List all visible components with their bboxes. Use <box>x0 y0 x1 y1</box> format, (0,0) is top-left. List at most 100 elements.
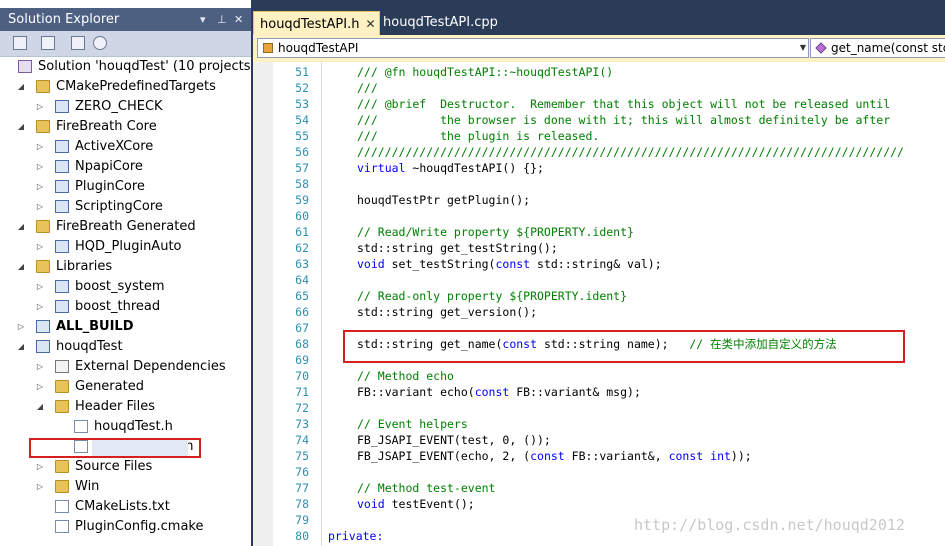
collapse-arrow-icon[interactable]: ◢ <box>16 257 26 277</box>
tree-item-solution-houqdtest-10-projects[interactable]: Solution 'houqdTest' (10 projects) <box>0 57 251 77</box>
tree-item-label: CMakePredefinedTargets <box>56 79 216 94</box>
collapse-arrow-icon[interactable]: ◢ <box>16 117 26 137</box>
code-text: // Method test-event <box>357 480 495 496</box>
member-combo[interactable]: get_name(const std <box>810 38 945 58</box>
code-line: 72 <box>273 400 943 416</box>
code-text: FB_JSAPI_EVENT(test, 0, ()); <box>357 432 551 448</box>
code-line: 58 <box>273 176 943 192</box>
tree-item-all-build[interactable]: ▷ ALL_BUILD <box>0 317 251 337</box>
tree-item-firebreath-core[interactable]: ◢ FireBreath Core <box>0 117 251 137</box>
view-class-diagram-icon[interactable] <box>93 36 107 50</box>
tree-item-scriptingcore[interactable]: ▷ ScriptingCore <box>0 197 251 217</box>
indicator-margin <box>253 62 273 546</box>
expand-arrow-icon[interactable]: ▷ <box>35 197 45 217</box>
code-text: // Event helpers <box>357 416 468 432</box>
expand-arrow-icon[interactable]: ▷ <box>35 137 45 157</box>
tree-item-label: Libraries <box>56 259 113 274</box>
comment-token: /// the plugin is released. <box>357 129 600 143</box>
navigation-bar: houqdTestAPI ▼ get_name(const std <box>253 35 945 62</box>
tree-item-hqd-pluginauto[interactable]: ▷ HQD_PluginAuto <box>0 237 251 257</box>
tree-item-label: Source Files <box>75 459 153 474</box>
tree-item-boost-thread[interactable]: ▷ boost_thread <box>0 297 251 317</box>
tree-item-label: Win <box>75 479 100 494</box>
solution-explorer-title-bar: Solution Explorer ▾ ⊥ ✕ <box>0 8 251 31</box>
line-number: 52 <box>295 81 309 95</box>
tree-item-label: houqdTest.h <box>94 419 173 434</box>
tab-houqdtestapi-cpp[interactable]: houqdTestAPI.cpp <box>377 11 504 35</box>
tree-item-label: ZERO_CHECK <box>75 99 163 114</box>
expand-arrow-icon[interactable]: ▷ <box>35 477 45 497</box>
properties-icon[interactable] <box>13 36 27 50</box>
code-token: FB::variant& msg); <box>509 385 641 399</box>
comment-token: // Read-only property ${PROPERTY.ident} <box>357 289 628 303</box>
annotation-box-code <box>343 330 905 363</box>
scope-combo[interactable]: houqdTestAPI ▼ <box>257 38 809 58</box>
expand-arrow-icon[interactable]: ▷ <box>35 237 45 257</box>
code-token: FB::variant&, <box>564 449 669 463</box>
tree-item-label: PluginCore <box>75 179 145 194</box>
project-icon <box>55 280 69 293</box>
tree-item-firebreath-generated[interactable]: ◢ FireBreath Generated <box>0 217 251 237</box>
collapse-arrow-icon[interactable]: ◢ <box>16 77 26 97</box>
close-tab-icon[interactable]: ✕ <box>365 17 375 31</box>
code-text: private: <box>328 528 383 544</box>
line-number: 78 <box>295 497 309 511</box>
expand-arrow-icon[interactable]: ▷ <box>35 357 45 377</box>
expand-arrow-icon[interactable]: ▷ <box>35 377 45 397</box>
folder-icon <box>55 380 69 393</box>
code-line: 56 //////////////////////////////////////… <box>273 144 943 160</box>
expand-arrow-icon[interactable]: ▷ <box>35 97 45 117</box>
collapse-arrow-icon[interactable]: ◢ <box>35 397 45 417</box>
tree-item-generated[interactable]: ▷ Generated <box>0 377 251 397</box>
tab-houqdtestapi-h[interactable]: houqdTestAPI.h ✕ <box>253 11 380 35</box>
tree-item-cmakepredefinedtargets[interactable]: ◢ CMakePredefinedTargets <box>0 77 251 97</box>
code-editor: houqdTestAPI.h ✕ houqdTestAPI.cpp houqdTe… <box>253 0 945 546</box>
line-number: 59 <box>295 193 309 207</box>
show-all-files-icon[interactable] <box>41 36 55 50</box>
tree-item-npapicore[interactable]: ▷ NpapiCore <box>0 157 251 177</box>
tree-item-source-files[interactable]: ▷ Source Files <box>0 457 251 477</box>
collapse-arrow-icon[interactable]: ◢ <box>16 217 26 237</box>
tree-item-win[interactable]: ▷ Win <box>0 477 251 497</box>
code-line: 76 <box>273 464 943 480</box>
tree-item-libraries[interactable]: ◢ Libraries <box>0 257 251 277</box>
tree-item-pluginconfig-cmake[interactable]: PluginConfig.cmake <box>0 517 251 537</box>
code-line: 63 void set_testString(const std::string&… <box>273 256 943 272</box>
pin-icon[interactable]: ⊥ <box>217 8 227 31</box>
tree-item-houqdtest[interactable]: ◢ houqdTest <box>0 337 251 357</box>
collapse-arrow-icon[interactable]: ◢ <box>16 337 26 357</box>
line-number: 64 <box>295 273 309 287</box>
code-line: 57 virtual ~houqdTestAPI() {}; <box>273 160 943 176</box>
tree-item-cmakelists-txt[interactable]: CMakeLists.txt <box>0 497 251 517</box>
code-area[interactable]: 51 /// @fn houqdTestAPI::~houqdTestAPI() 5… <box>253 62 945 546</box>
member-combo-value: get_name(const std <box>831 41 945 55</box>
tree-item-boost-system[interactable]: ▷ boost_system <box>0 277 251 297</box>
keyword-token: virtual <box>357 161 406 175</box>
tree-item-plugincore[interactable]: ▷ PluginCore <box>0 177 251 197</box>
tree-item-zero-check[interactable]: ▷ ZERO_CHECK <box>0 97 251 117</box>
expand-arrow-icon[interactable]: ▷ <box>35 157 45 177</box>
code-line: 53 /// @brief Destructor. Remember that t… <box>273 96 943 112</box>
expand-arrow-icon[interactable]: ▷ <box>16 317 26 337</box>
line-number: 54 <box>295 113 309 127</box>
expand-arrow-icon[interactable]: ▷ <box>35 177 45 197</box>
tree-item-label: boost_thread <box>75 299 161 314</box>
expand-arrow-icon[interactable]: ▷ <box>35 457 45 477</box>
expand-arrow-icon[interactable]: ▷ <box>35 277 45 297</box>
tree-item-external-dependencies[interactable]: ▷ External Dependencies <box>0 357 251 377</box>
close-icon[interactable]: ✕ <box>234 8 243 31</box>
project-icon <box>55 140 69 153</box>
tree-item-label: Generated <box>75 379 144 394</box>
tree-item-label: HQD_PluginAuto <box>75 239 182 254</box>
line-number: 73 <box>295 417 309 431</box>
code-text: // Read-only property ${PROPERTY.ident} <box>357 288 627 304</box>
refresh-icon[interactable] <box>71 36 85 50</box>
tree-item-activexcore[interactable]: ▷ ActiveXCore <box>0 137 251 157</box>
expand-arrow-icon[interactable]: ▷ <box>35 297 45 317</box>
tree-item-label: PluginConfig.cmake <box>75 519 204 534</box>
scope-combo-value: houqdTestAPI <box>278 41 359 55</box>
tree-item-houqdtest-h[interactable]: houqdTest.h <box>0 417 251 437</box>
tree-item-header-files[interactable]: ◢ Header Files <box>0 397 251 417</box>
window-position-dropdown-icon[interactable]: ▾ <box>200 8 206 31</box>
keyword-token: private: <box>328 529 384 543</box>
